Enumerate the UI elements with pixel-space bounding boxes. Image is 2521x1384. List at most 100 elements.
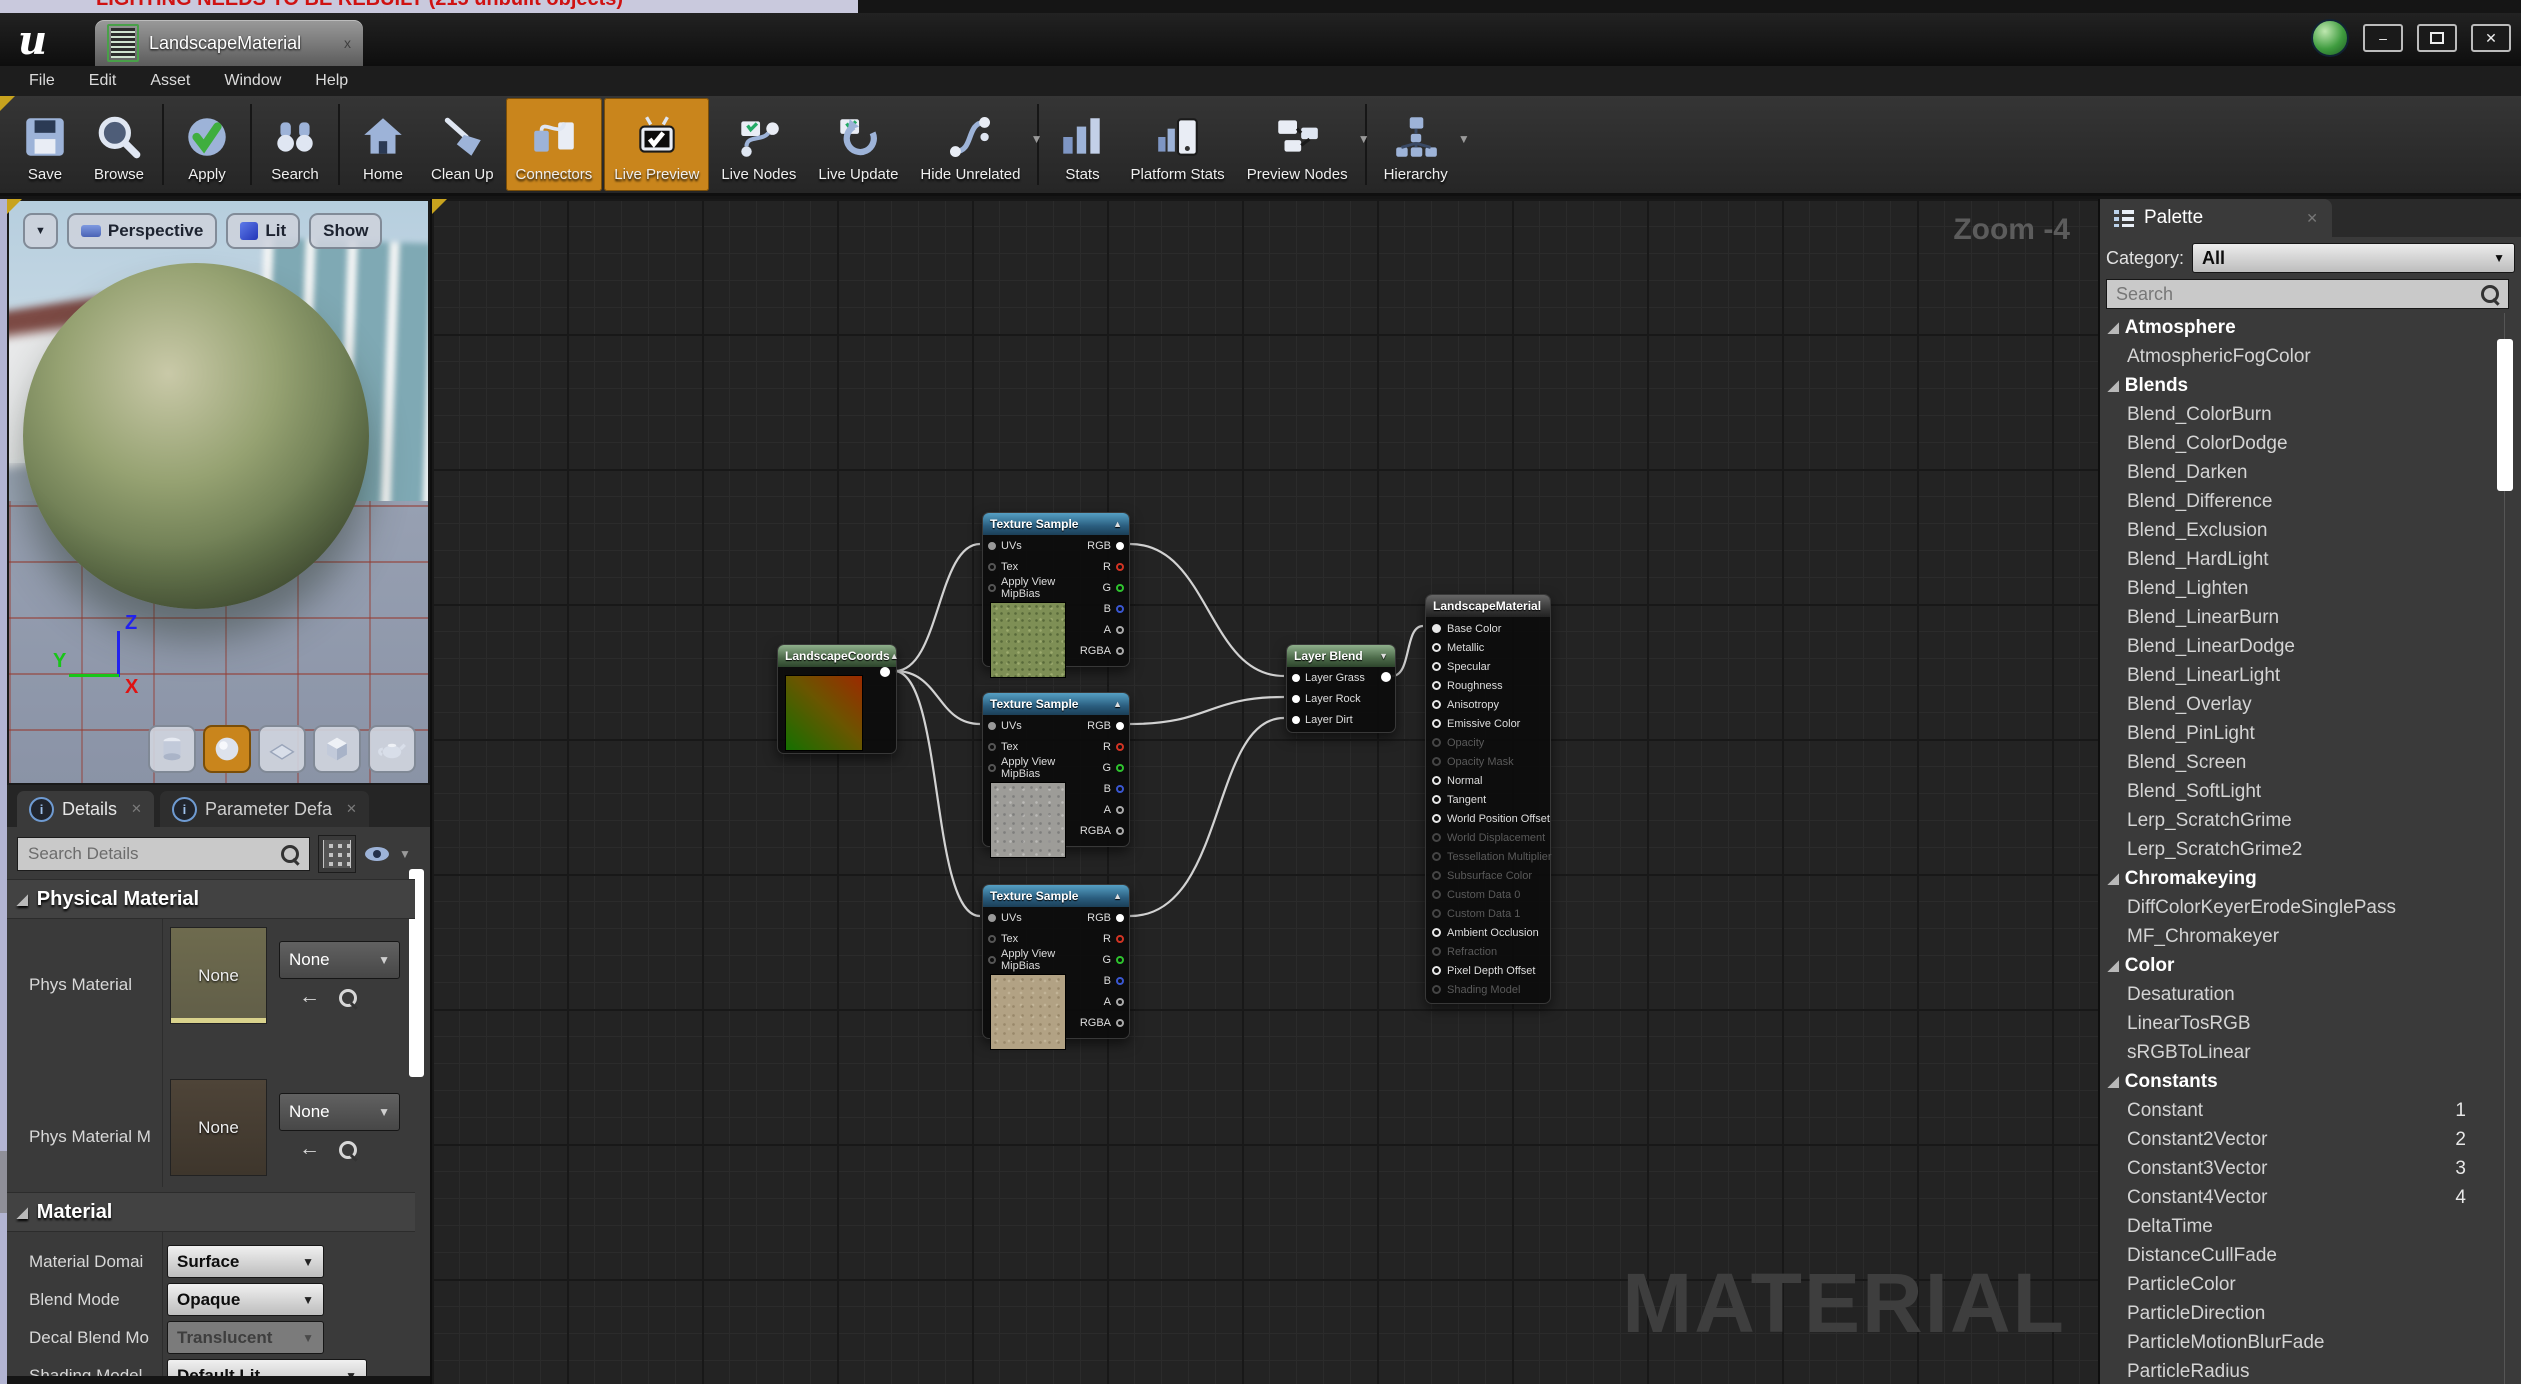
preview-viewport[interactable]: ▼ Perspective Lit Show Z Y X <box>7 199 430 785</box>
input-pin-tex[interactable] <box>988 935 996 943</box>
browse-to-asset-icon[interactable] <box>339 1141 357 1159</box>
input-pin-ambient-occlusion[interactable] <box>1432 928 1441 937</box>
menu-help[interactable]: Help <box>298 72 365 90</box>
tab-palette-close-icon[interactable]: ✕ <box>2306 210 2318 227</box>
toolbar-button-hierarchy[interactable]: Hierarchy▼ <box>1374 98 1458 191</box>
output-pin-rgb[interactable] <box>1116 542 1124 550</box>
toolbar-button-hide-unrelated[interactable]: Hide Unrelated▼ <box>910 98 1030 191</box>
input-pin-uvs[interactable] <box>988 542 996 550</box>
palette-item[interactable]: sRGBToLinear <box>2100 1038 2494 1067</box>
details-view-options-button[interactable] <box>318 835 356 873</box>
toolbar-button-clean-up[interactable]: Clean Up <box>421 98 504 191</box>
palette-item[interactable]: Desaturation <box>2100 980 2494 1009</box>
input-pin-base-color[interactable] <box>1432 624 1441 633</box>
palette-item[interactable]: DiffColorKeyerErodeSinglePass <box>2100 893 2494 922</box>
toolbar-button-live-preview[interactable]: Live Preview <box>604 98 709 191</box>
palette-search-input[interactable]: Search <box>2106 279 2509 309</box>
tab-details-close-icon[interactable]: ✕ <box>131 801 142 817</box>
show-button[interactable]: Show <box>309 213 382 249</box>
input-pin-custom-data-1[interactable] <box>1432 909 1441 918</box>
output-pin-rgb[interactable] <box>1116 914 1124 922</box>
palette-item[interactable]: Blend_Screen <box>2100 748 2494 777</box>
input-pin-subsurface-color[interactable] <box>1432 871 1441 880</box>
collapse-icon[interactable]: ▲ <box>1113 519 1122 529</box>
input-pin-apply view mipbias[interactable] <box>988 956 996 964</box>
palette-item[interactable]: MF_Chromakeyer <box>2100 922 2494 951</box>
asset-tab-close-icon[interactable]: x <box>344 35 351 51</box>
palette-item[interactable]: Blend_Difference <box>2100 487 2494 516</box>
palette-item[interactable]: Constant1 <box>2100 1096 2494 1125</box>
section-material[interactable]: ◢Material <box>7 1192 415 1232</box>
output-pin-a[interactable] <box>1116 998 1124 1006</box>
tab-parameter-defaults-close-icon[interactable]: ✕ <box>346 801 357 817</box>
palette-category-chromakeying[interactable]: ◢Chromakeying <box>2100 864 2494 893</box>
toolbar-button-stats[interactable]: Stats <box>1046 98 1118 191</box>
phys-material-dropdown[interactable]: None▼ <box>279 941 400 979</box>
palette-item[interactable]: Constant4Vector4 <box>2100 1183 2494 1212</box>
node-texture-sample[interactable]: Texture Sample▲UVsTexApply View MipBiasR… <box>982 512 1130 667</box>
material-material-domai-dropdown[interactable]: Surface▼ <box>167 1245 324 1278</box>
output-pin-a[interactable] <box>1116 806 1124 814</box>
input-pin-tangent[interactable] <box>1432 795 1441 804</box>
palette-item[interactable]: Blend_PinLight <box>2100 719 2494 748</box>
input-pin-layer-grass[interactable] <box>1292 674 1300 682</box>
toolbar-button-platform-stats[interactable]: Platform Stats <box>1120 98 1234 191</box>
menu-window[interactable]: Window <box>207 72 298 90</box>
input-pin-world-displacement[interactable] <box>1432 833 1441 842</box>
menu-edit[interactable]: Edit <box>72 72 134 90</box>
palette-category-constants[interactable]: ◢Constants <box>2100 1067 2494 1096</box>
output-pin-r[interactable] <box>1116 743 1124 751</box>
toolbar-button-home[interactable]: Home <box>347 98 419 191</box>
input-pin-apply view mipbias[interactable] <box>988 584 996 592</box>
use-selected-arrow-icon[interactable]: ← <box>299 985 320 1009</box>
output-pin-b[interactable] <box>1116 977 1124 985</box>
output-pin-b[interactable] <box>1116 785 1124 793</box>
perspective-button[interactable]: Perspective <box>67 213 217 249</box>
preview-shape-cylinder[interactable] <box>148 725 196 773</box>
palette-item[interactable]: Constant3Vector3 <box>2100 1154 2494 1183</box>
collapse-icon[interactable]: ▲ <box>890 651 899 661</box>
browse-to-asset-icon[interactable] <box>339 989 357 1007</box>
input-pin-opacity-mask[interactable] <box>1432 757 1441 766</box>
menu-asset[interactable]: Asset <box>133 72 207 90</box>
palette-item[interactable]: DeltaTime <box>2100 1212 2494 1241</box>
input-pin-metallic[interactable] <box>1432 643 1441 652</box>
node-texture-sample[interactable]: Texture Sample▲UVsTexApply View MipBiasR… <box>982 884 1130 1039</box>
output-pin-a[interactable] <box>1116 626 1124 634</box>
output-pin-r[interactable] <box>1116 563 1124 571</box>
input-pin-refraction[interactable] <box>1432 947 1441 956</box>
palette-item[interactable]: Blend_HardLight <box>2100 545 2494 574</box>
node-landscape-material[interactable]: LandscapeMaterialBase ColorMetallicSpecu… <box>1425 594 1551 1004</box>
input-pin-apply view mipbias[interactable] <box>988 764 996 772</box>
status-globe-icon[interactable] <box>2311 19 2349 57</box>
output-pin-rgba[interactable] <box>1116 647 1124 655</box>
input-pin-tex[interactable] <box>988 563 996 571</box>
node-layer-blend[interactable]: Layer Blend▼Layer GrassLayer RockLayer D… <box>1286 644 1396 733</box>
asset-tab[interactable]: LandscapeMaterial x <box>95 20 363 66</box>
output-pin-rgba[interactable] <box>1116 1019 1124 1027</box>
output-pin-rgba[interactable] <box>1116 827 1124 835</box>
node-landscape-coords[interactable]: LandscapeCoords▲ <box>777 644 897 754</box>
output-pin-coords[interactable] <box>880 667 890 677</box>
minimize-button[interactable]: – <box>2363 24 2403 52</box>
input-pin-normal[interactable] <box>1432 776 1441 785</box>
toolbar-button-live-nodes[interactable]: Live Nodes <box>711 98 806 191</box>
palette-item[interactable]: ParticleColor <box>2100 1270 2494 1299</box>
chevron-down-icon[interactable]: ▼ <box>1358 132 1370 146</box>
material-graph-canvas[interactable]: Zoom -4 MATERIAL Texture Sample▲UVsTexAp… <box>430 199 2100 1384</box>
input-pin-specular[interactable] <box>1432 662 1441 671</box>
collapse-icon[interactable]: ▲ <box>1113 699 1122 709</box>
phys-material-thumbnail[interactable]: None <box>170 1079 267 1176</box>
phys-material-dropdown[interactable]: None▼ <box>279 1093 400 1131</box>
palette-item[interactable]: ParticleMotionBlurFade <box>2100 1328 2494 1357</box>
details-search-input[interactable]: Search Details <box>17 837 310 871</box>
output-pin-blend[interactable] <box>1381 672 1391 682</box>
palette-category-color[interactable]: ◢Color <box>2100 951 2494 980</box>
node-texture-sample[interactable]: Texture Sample▲UVsTexApply View MipBiasR… <box>982 692 1130 847</box>
node-header[interactable]: Layer Blend▼ <box>1287 645 1395 667</box>
input-pin-uvs[interactable] <box>988 722 996 730</box>
dropdown-icon[interactable]: ▼ <box>1379 651 1388 661</box>
toolbar-button-search[interactable]: Search <box>259 98 331 191</box>
input-pin-uvs[interactable] <box>988 914 996 922</box>
palette-item[interactable]: Blend_Lighten <box>2100 574 2494 603</box>
